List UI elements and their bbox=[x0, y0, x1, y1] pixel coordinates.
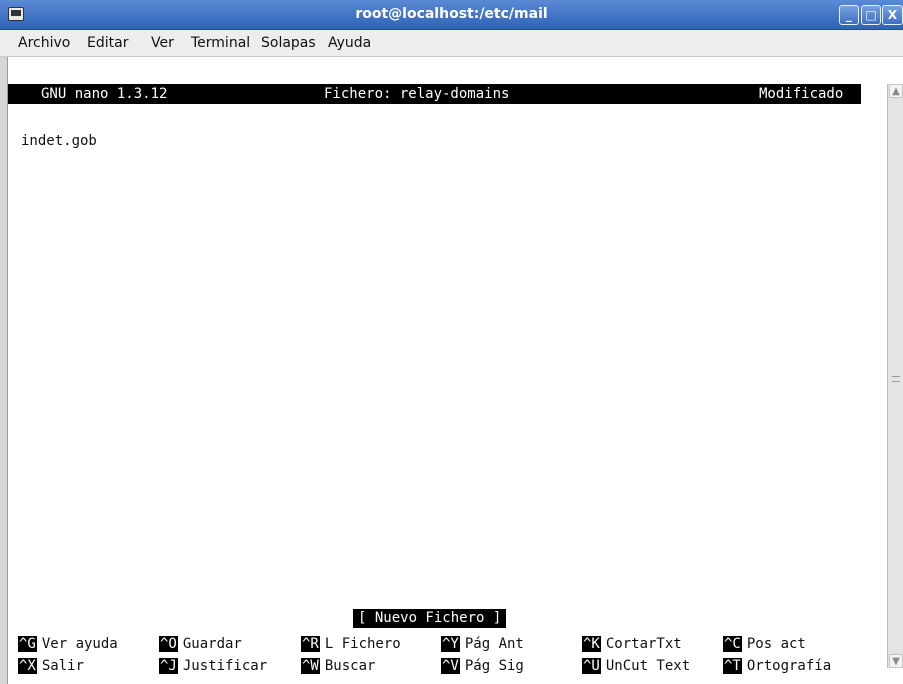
shortcut-cur-pos[interactable]: ^C Pos act bbox=[723, 634, 806, 654]
scroll-up-arrow-icon[interactable]: ▲ bbox=[889, 84, 903, 98]
shortcut-exit[interactable]: ^X Salir bbox=[18, 656, 84, 676]
nano-filename: Fichero: relay-domains bbox=[324, 86, 510, 102]
nano-message: [ Nuevo Fichero ] bbox=[353, 609, 507, 628]
shortcut-label: CortarTxt bbox=[605, 636, 682, 652]
shortcut-key: ^X bbox=[18, 658, 37, 674]
shortcut-where-is[interactable]: ^W Buscar bbox=[301, 656, 375, 676]
nano-version: GNU nano 1.3.12 bbox=[41, 86, 168, 102]
shortcut-row-1: ^G Ver ayuda ^O Guardar ^R L Fichero ^Y Pág … bbox=[8, 634, 861, 654]
shortcut-key: ^K bbox=[582, 636, 601, 652]
shortcut-spell[interactable]: ^T Ortografía bbox=[723, 656, 831, 676]
close-button[interactable]: X bbox=[882, 5, 903, 25]
shortcut-key: ^C bbox=[723, 636, 742, 652]
maximize-button[interactable]: □ bbox=[861, 5, 881, 25]
title-bar[interactable]: root@localhost:/etc/mail _ □ X bbox=[0, 0, 903, 30]
shortcut-next-page[interactable]: ^V Pág Sig bbox=[441, 656, 524, 676]
shortcut-label: Justificar bbox=[182, 658, 268, 674]
shortcut-key: ^Y bbox=[441, 636, 460, 652]
shortcut-label: Ortografía bbox=[746, 658, 832, 674]
file-content-line[interactable]: indet.gob bbox=[21, 133, 97, 149]
shortcut-label: UnCut Text bbox=[605, 658, 691, 674]
menu-archivo[interactable]: Archivo bbox=[18, 35, 70, 51]
window-left-border bbox=[0, 57, 8, 684]
shortcut-label: Salir bbox=[41, 658, 85, 674]
scroll-down-arrow-icon[interactable]: ▼ bbox=[889, 654, 903, 668]
shortcut-label: Ver ayuda bbox=[41, 636, 118, 652]
shortcut-key: ^V bbox=[441, 658, 460, 674]
shortcut-label: Guardar bbox=[182, 636, 242, 652]
shortcut-label: L Fichero bbox=[324, 636, 401, 652]
menu-bar: Archivo Editar Ver Terminal Solapas Ayud… bbox=[0, 30, 903, 57]
shortcut-read-file[interactable]: ^R L Fichero bbox=[301, 634, 401, 654]
shortcut-key: ^O bbox=[159, 636, 178, 652]
shortcut-prev-page[interactable]: ^Y Pág Ant bbox=[441, 634, 524, 654]
shortcut-key: ^U bbox=[582, 658, 601, 674]
terminal-area[interactable] bbox=[8, 57, 888, 684]
shortcut-cut-text[interactable]: ^K CortarTxt bbox=[582, 634, 682, 654]
shortcut-label: Pos act bbox=[746, 636, 806, 652]
minimize-button[interactable]: _ bbox=[839, 5, 859, 25]
shortcut-justify[interactable]: ^J Justificar bbox=[159, 656, 267, 676]
shortcut-row-2: ^X Salir ^J Justificar ^W Buscar ^V Pág Sig … bbox=[8, 656, 861, 676]
shortcut-key: ^R bbox=[301, 636, 320, 652]
shortcut-key: ^W bbox=[301, 658, 320, 674]
menu-ayuda[interactable]: Ayuda bbox=[328, 35, 371, 51]
menu-solapas[interactable]: Solapas bbox=[261, 35, 316, 51]
menu-editar[interactable]: Editar bbox=[87, 35, 128, 51]
shortcut-key: ^T bbox=[723, 658, 742, 674]
shortcut-help[interactable]: ^G Ver ayuda bbox=[18, 634, 118, 654]
scrollbar-grip-icon[interactable] bbox=[892, 376, 900, 382]
nano-modified-status: Modificado bbox=[759, 86, 844, 102]
shortcut-label: Buscar bbox=[324, 658, 376, 674]
window-title: root@localhost:/etc/mail bbox=[355, 6, 548, 22]
shortcut-label: Pág Sig bbox=[464, 658, 524, 674]
nano-header: GNU nano 1.3.12 Fichero: relay-domains M… bbox=[8, 84, 861, 104]
menu-ver[interactable]: Ver bbox=[151, 35, 174, 51]
shortcut-key: ^G bbox=[18, 636, 37, 652]
menu-terminal[interactable]: Terminal bbox=[191, 35, 250, 51]
vertical-scrollbar[interactable]: ▲ ▼ bbox=[887, 84, 903, 668]
shortcut-uncut-text[interactable]: ^U UnCut Text bbox=[582, 656, 690, 676]
shortcut-key: ^J bbox=[159, 658, 178, 674]
shortcut-label: Pág Ant bbox=[464, 636, 524, 652]
shortcut-save[interactable]: ^O Guardar bbox=[159, 634, 242, 654]
